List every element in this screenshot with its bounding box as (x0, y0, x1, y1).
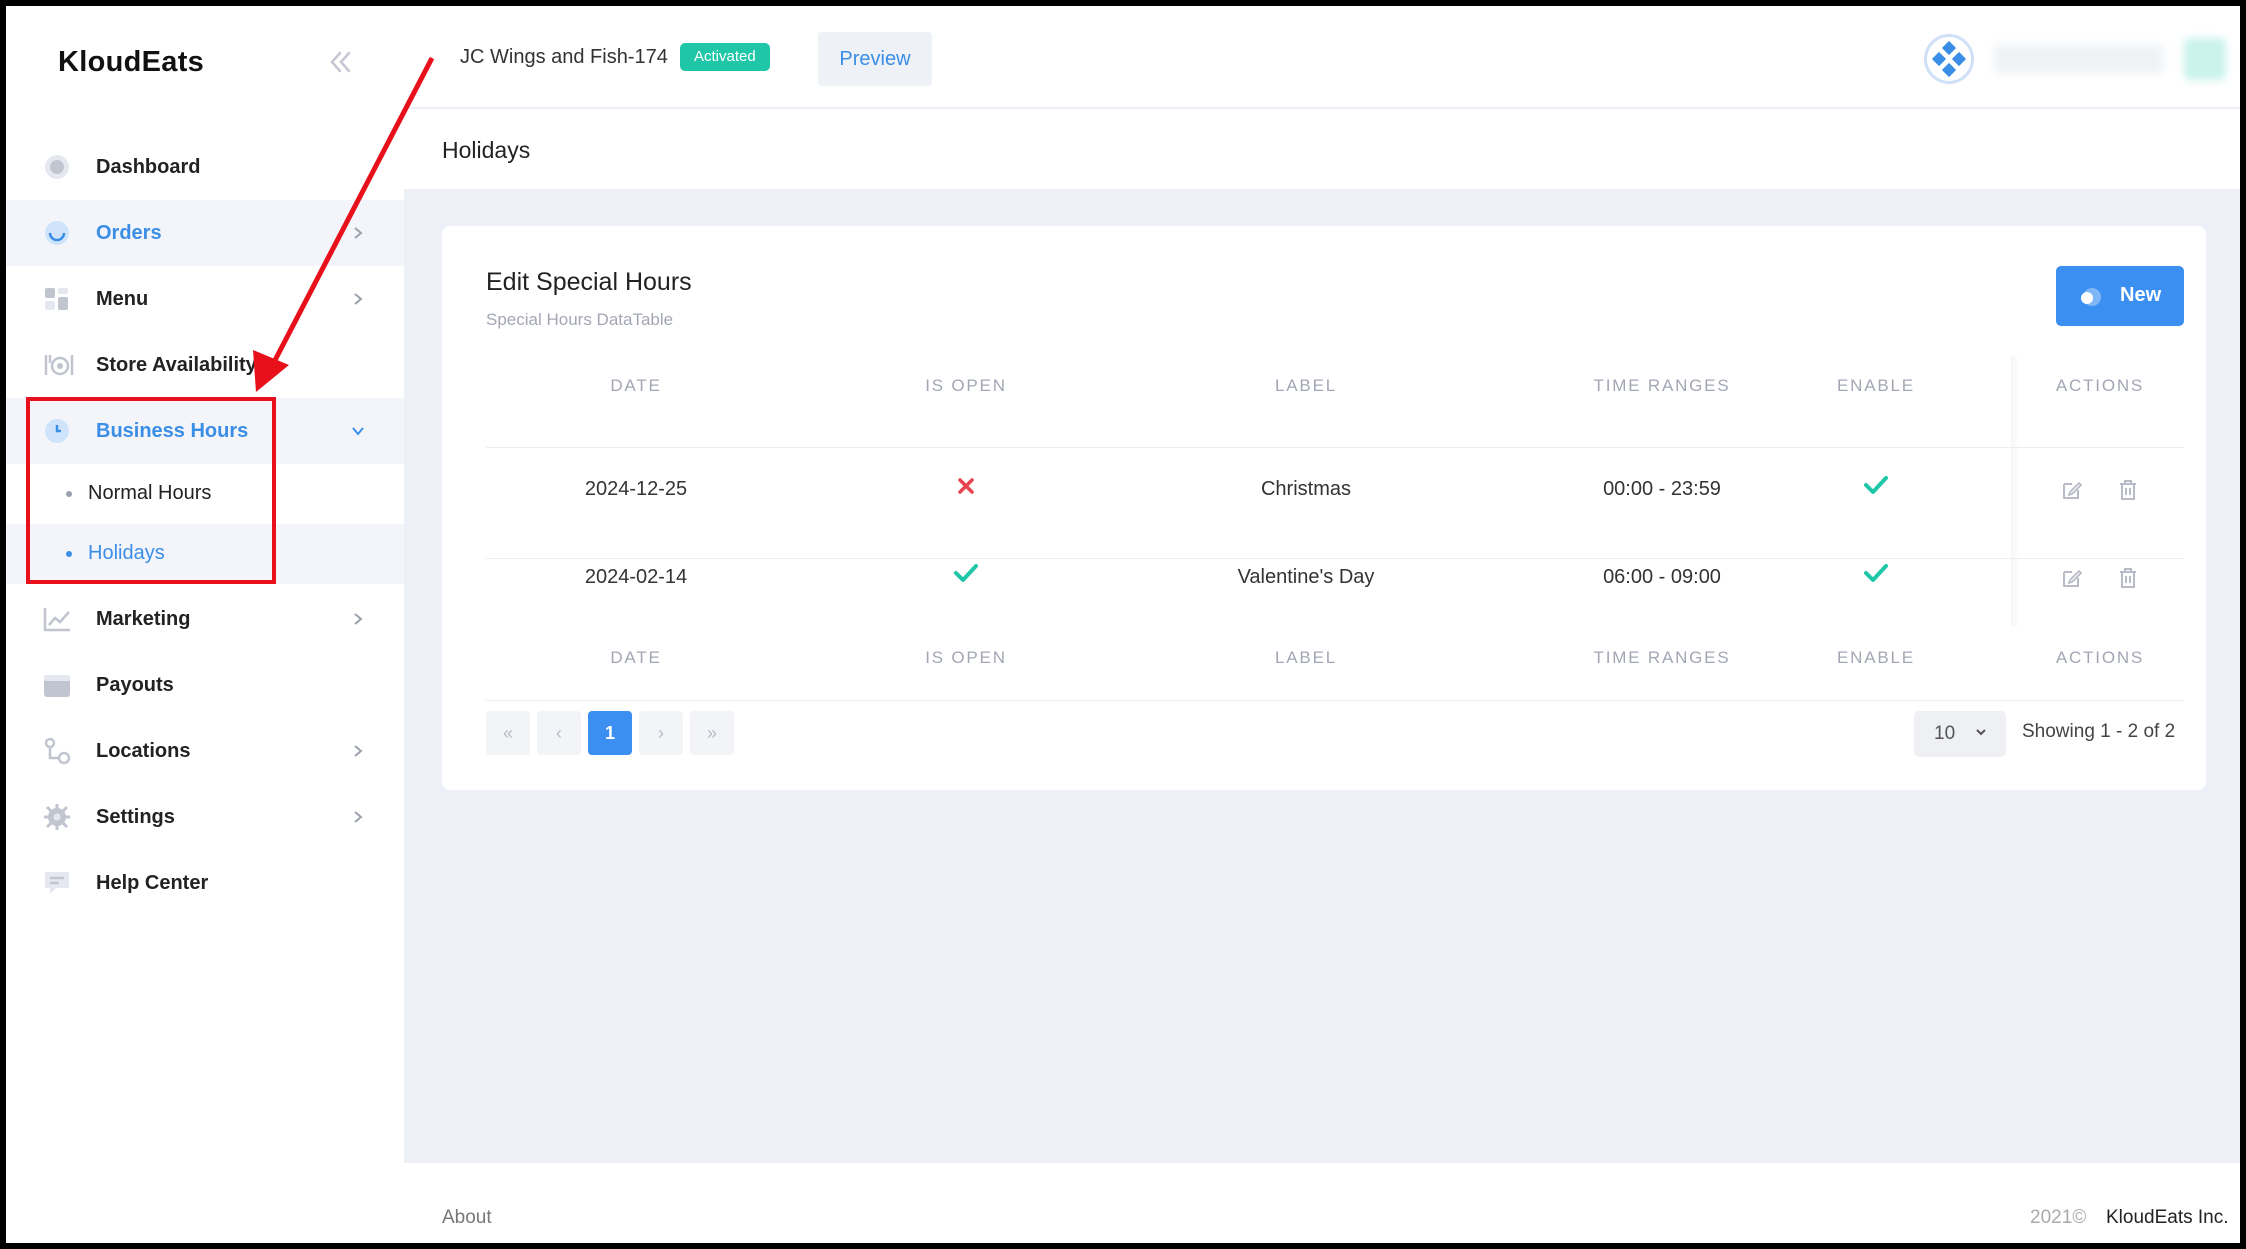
table-divider (486, 700, 2184, 701)
collapse-sidebar-icon[interactable] (322, 44, 358, 80)
last-page-button[interactable]: » (690, 711, 734, 755)
column-header-actions: ACTIONS (2055, 376, 2145, 395)
about-link[interactable]: About (442, 1207, 492, 1229)
status-badge: Activated (680, 43, 770, 71)
chevron-down-icon (350, 422, 366, 440)
edit-icon[interactable] (2061, 567, 2083, 589)
sidebar-item-label: Store Availability (96, 353, 257, 376)
annotation-highlight-box (26, 397, 276, 584)
sidebar: KloudEats Dashboard Orders Menu Store Av… (6, 6, 404, 1243)
orders-icon (42, 219, 72, 247)
app-logo-text: KloudEats (58, 46, 205, 78)
trash-icon[interactable] (2117, 479, 2139, 501)
sidebar-item-label: Orders (96, 221, 162, 244)
page-button-current[interactable]: 1 (588, 711, 632, 755)
column-header-date[interactable]: DATE (486, 376, 786, 396)
new-button-label: New (2120, 284, 2162, 306)
sidebar-item-store-availability[interactable]: Store Availability (6, 332, 404, 398)
card-title: Edit Special Hours (486, 268, 692, 296)
chevron-right-icon (350, 290, 366, 308)
table-divider (486, 447, 2184, 448)
column-header-enable[interactable]: ENABLE (1726, 376, 2026, 396)
sidebar-item-dashboard[interactable]: Dashboard (6, 134, 404, 200)
locations-icon (42, 737, 72, 765)
enable-check-icon (1726, 476, 2026, 502)
footer-header-enable: ENABLE (1837, 648, 1915, 667)
store-name: JC Wings and Fish-174 (460, 46, 668, 68)
page-footer: About 2021© KloudEats Inc. (404, 1163, 2240, 1243)
table-header-row: DATE IS OPEN LABEL TIME RANGES ENABLE AC… (486, 376, 2184, 416)
first-page-button[interactable]: « (486, 711, 530, 755)
sidebar-item-payouts[interactable]: Payouts (6, 652, 404, 718)
chevron-right-icon (350, 610, 366, 628)
sidebar-item-label: Menu (96, 287, 149, 310)
per-page-select[interactable]: 10 (1914, 711, 2006, 757)
footer-header-date: DATE (610, 648, 662, 667)
wallet-icon (42, 671, 72, 699)
gear-icon (42, 803, 72, 831)
avatar[interactable] (2184, 38, 2226, 80)
table-row: 2024-12-25 Christmas 00:00 - 23:59 (486, 476, 2184, 518)
app-window: KloudEats Dashboard Orders Menu Store Av… (6, 6, 2240, 1243)
trash-icon[interactable] (2117, 567, 2139, 589)
copyright-year: 2021© (2030, 1207, 2087, 1228)
dashboard-icon (42, 153, 72, 181)
sidebar-item-menu[interactable]: Menu (6, 266, 404, 332)
brand-logo-icon[interactable] (1924, 34, 1974, 84)
user-name-blurred[interactable] (1994, 44, 2164, 74)
enable-check-icon (1726, 564, 2026, 590)
sidebar-item-locations[interactable]: Locations (6, 718, 404, 784)
card-subtitle: Special Hours DataTable (486, 310, 674, 329)
sidebar-item-label: Dashboard (96, 155, 201, 178)
table-row: 2024-02-14 Valentine's Day 06:00 - 09:00 (486, 564, 2184, 606)
chevron-down-icon (1974, 725, 1988, 739)
prev-page-button[interactable]: ‹ (537, 711, 581, 755)
store-availability-icon (42, 351, 74, 379)
date-cell: 2024-12-25 (584, 478, 688, 500)
sidebar-item-marketing[interactable]: Marketing (6, 586, 404, 652)
table-divider (486, 558, 2184, 559)
column-header-is-open[interactable]: IS OPEN (816, 376, 1116, 396)
sidebar-item-label: Help Center (96, 871, 209, 894)
page-subheader: Holidays (404, 109, 2240, 189)
sidebar-item-label: Marketing (96, 607, 191, 630)
top-header: JC Wings and Fish-174 Activated Preview (404, 6, 2240, 108)
sidebar-item-label: Locations (96, 739, 191, 762)
special-hours-card: Edit Special Hours Special Hours DataTab… (442, 226, 2206, 790)
sidebar-item-orders[interactable]: Orders (6, 200, 404, 266)
chevron-right-icon (350, 742, 366, 760)
date-cell: 2024-02-14 (584, 566, 688, 588)
footer-header-is-open: IS OPEN (925, 648, 1007, 667)
sidebar-item-label: Payouts (96, 673, 174, 696)
pagination-info: Showing 1 - 2 of 2 (2022, 721, 2176, 742)
table-footer-row: DATE IS OPEN LABEL TIME RANGES ENABLE AC… (486, 648, 2184, 688)
edit-icon[interactable] (2061, 479, 2083, 501)
chat-icon (42, 869, 72, 897)
is-open-false-icon (816, 478, 1116, 502)
toggle-icon (2078, 286, 2102, 308)
preview-button[interactable]: Preview (818, 32, 932, 86)
menu-icon (42, 285, 72, 313)
chart-line-icon (42, 605, 72, 633)
per-page-value: 10 (1934, 723, 1956, 744)
sidebar-item-settings[interactable]: Settings (6, 784, 404, 850)
next-page-button[interactable]: › (639, 711, 683, 755)
footer-header-actions: ACTIONS (2055, 648, 2145, 667)
actions-cell (2016, 478, 2184, 501)
chevron-right-icon (350, 808, 366, 826)
sidebar-item-help-center[interactable]: Help Center (6, 850, 404, 916)
new-button[interactable]: New (2056, 266, 2184, 326)
page-title: Holidays (442, 137, 531, 163)
actions-cell (2016, 566, 2184, 589)
sidebar-item-label: Settings (96, 805, 175, 828)
is-open-true-icon (816, 564, 1116, 590)
copyright-company-link[interactable]: KloudEats Inc. (2106, 1207, 2229, 1229)
chevron-right-icon (350, 224, 366, 242)
